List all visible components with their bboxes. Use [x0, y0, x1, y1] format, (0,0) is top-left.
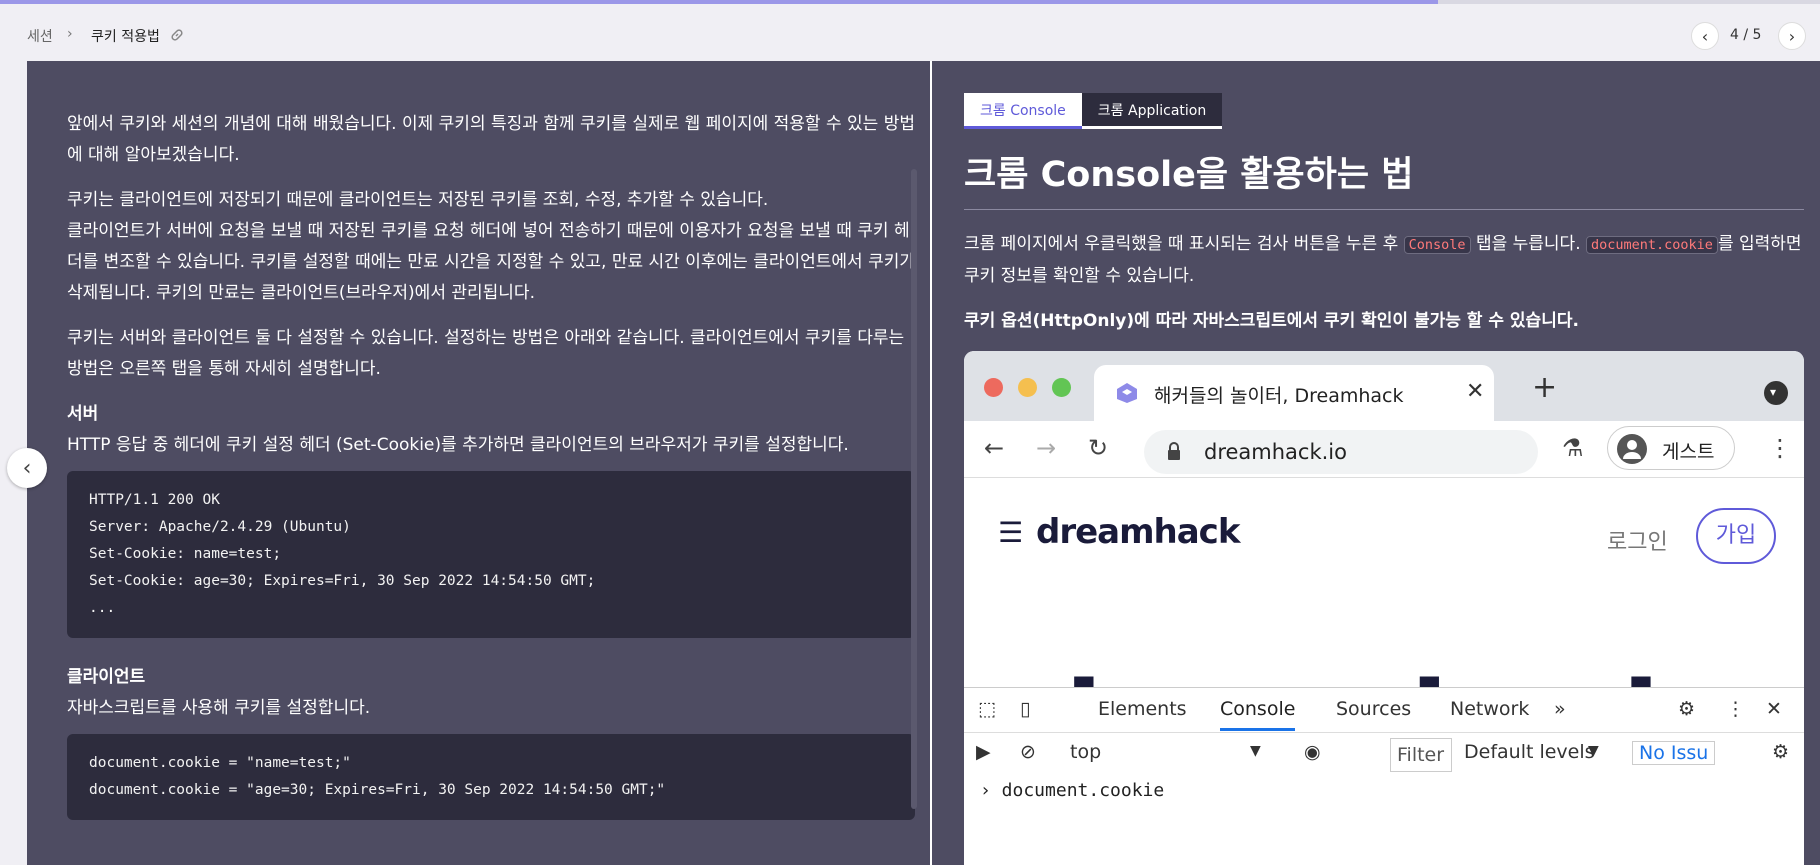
- chevron-down-icon: ▼: [1250, 743, 1261, 759]
- tab-search-icon: ▾: [1764, 381, 1788, 405]
- setting-paragraph: 쿠키는 서버와 클라이언트 둘 다 설정할 수 있습니다. 설정하는 방법은 아…: [67, 328, 905, 379]
- device-toolbar-icon: ▯: [1020, 698, 1031, 720]
- tab-chrome-console[interactable]: 크롬 Console: [964, 93, 1082, 129]
- console-input-line: › document.cookie: [964, 778, 1804, 808]
- plus-icon: +: [1532, 370, 1558, 405]
- address-text: dreamhack.io: [1204, 440, 1347, 464]
- browser-screenshot: 해커들의 놀이터, Dreamhack ✕ + ▾ ← → ↻ dreamhac…: [964, 351, 1804, 865]
- sidebar-toggle-icon: ▶: [976, 741, 991, 763]
- inline-code-console: Console: [1403, 236, 1471, 254]
- client-description: 자바스크립트를 사용해 쿠키를 설정합니다.: [67, 698, 371, 718]
- scrollbar[interactable]: [911, 169, 917, 809]
- devtools-tab-elements: Elements: [1098, 698, 1187, 720]
- issues-label: No Issu: [1639, 742, 1709, 764]
- forward-arrow-icon: →: [1036, 434, 1057, 462]
- link-icon[interactable]: [170, 28, 184, 42]
- intro-paragraph: 앞에서 쿠키와 세션의 개념에 대해 배웠습니다. 이제 쿠키의 특징과 함께 …: [67, 114, 915, 165]
- inspect-element-icon: ⬚: [978, 698, 996, 720]
- context-selector: top: [1070, 741, 1102, 763]
- cookie-paragraph: 쿠키는 클라이언트에 저장되기 때문에 클라이언트는 저장된 쿠키를 조회, 수…: [67, 185, 915, 309]
- dreamhack-favicon-icon: [1117, 383, 1137, 403]
- chevron-right-icon: ›: [67, 26, 73, 42]
- browser-tab-strip: 해커들의 놀이터, Dreamhack ✕ + ▾: [964, 351, 1804, 421]
- maximize-window-dot: [1052, 378, 1071, 397]
- code-line: Set-Cookie: name=test;: [89, 546, 282, 562]
- instruction-text-2: 탭을 누릅니다.: [1470, 234, 1587, 254]
- client-code-block: document.cookie = "name=test;" document.c…: [67, 734, 915, 820]
- breadcrumb-current: 쿠키 적용법: [91, 29, 160, 45]
- devtools-panel: ⬚ ▯ Elements Console Sources Network » ⚙…: [964, 687, 1804, 865]
- devtools-tab-console: Console: [1220, 698, 1296, 731]
- chevron-right-icon: ›: [1788, 26, 1796, 46]
- profile-label: 게스트: [1662, 441, 1715, 463]
- devtools-tab-network: Network: [1450, 698, 1530, 720]
- chevron-left-icon: ‹: [1701, 26, 1709, 46]
- lesson-content: 앞에서 쿠키와 세션의 개념에 대해 배웠습니다. 이제 쿠키의 특징과 함께 …: [67, 109, 915, 844]
- console-toolbar: ▶ ⊘ top ▼ ◉ Filter Default levels ▼ No I…: [964, 733, 1804, 777]
- page-indicator: 4 / 5: [1730, 27, 1762, 43]
- code-line: Set-Cookie: age=30; Expires=Fri, 30 Sep …: [89, 573, 596, 589]
- section-body: 크롬 페이지에서 우클릭했을 때 표시되는 검사 버튼을 누른 후 Consol…: [964, 229, 1804, 351]
- filter-input: Filter: [1390, 738, 1452, 772]
- httponly-note: 쿠키 옵션(HttpOnly)에 따라 자바스크립트에서 쿠키 확인이 불가능 …: [964, 311, 1579, 331]
- code-line: document.cookie = "name=test;": [89, 755, 351, 771]
- reload-icon: ↻: [1088, 434, 1109, 462]
- lock-icon: [1168, 442, 1180, 460]
- chevron-left-icon: ‹: [22, 455, 32, 481]
- chevron-down-icon: ▼: [1588, 743, 1599, 759]
- settings-gear-icon: ⚙: [1772, 741, 1790, 763]
- minimize-window-dot: [1018, 378, 1037, 397]
- server-code-block: HTTP/1.1 200 OK Server: Apache/2.4.29 (Ub…: [67, 471, 915, 638]
- lesson-panel: 앞에서 쿠키와 세션의 개념에 대해 배웠습니다. 이제 쿠키의 특징과 함께 …: [27, 61, 930, 865]
- server-heading: 서버: [67, 404, 99, 424]
- code-line: document.cookie = "age=30; Expires=Fri, …: [89, 782, 666, 798]
- issues-badge: No Issu: [1632, 741, 1716, 765]
- join-button: 가입: [1696, 508, 1776, 564]
- eye-icon: ◉: [1304, 741, 1321, 763]
- devtools-tab-bar: ⬚ ▯ Elements Console Sources Network » ⚙…: [964, 688, 1804, 733]
- tab-chrome-application[interactable]: 크롬 Application: [1081, 93, 1223, 129]
- console-command: › document.cookie: [980, 780, 1165, 801]
- more-vertical-icon: ⋮: [1768, 434, 1792, 462]
- browser-tab: 해커들의 놀이터, Dreamhack ✕: [1094, 365, 1494, 421]
- settings-gear-icon: ⚙: [1678, 698, 1696, 720]
- cookie-text-1: 쿠키는 클라이언트에 저장되기 때문에 클라이언트는 저장된 쿠키를 조회, 수…: [67, 190, 769, 210]
- prev-page-button[interactable]: ‹: [1691, 22, 1719, 50]
- code-line: ...: [89, 600, 116, 616]
- address-bar: dreamhack.io: [1144, 430, 1538, 474]
- profile-avatar-icon: [1617, 434, 1647, 464]
- tab-bar: 크롬 Console 크롬 Application: [964, 93, 1223, 129]
- log-levels-dropdown: Default levels: [1464, 741, 1595, 763]
- profile-chip: 게스트: [1607, 426, 1735, 470]
- top-bar: 세션 › 쿠키 적용법 ‹ 4 / 5 ›: [0, 4, 1820, 60]
- devtools-tab-sources: Sources: [1336, 698, 1412, 720]
- code-line: Server: Apache/2.4.29 (Ubuntu): [89, 519, 351, 535]
- close-window-dot: [984, 378, 1003, 397]
- code-line: HTTP/1.1 200 OK: [89, 492, 220, 508]
- browser-tab-title: 해커들의 놀이터, Dreamhack: [1154, 385, 1404, 407]
- cookie-text-2: 클라이언트가 서버에 요청을 보낼 때 저장된 쿠키를 요청 헤더에 넣어 전송…: [67, 221, 915, 303]
- next-page-button[interactable]: ›: [1778, 22, 1806, 50]
- clear-console-icon: ⊘: [1020, 741, 1036, 763]
- labs-flask-icon: ⚗: [1562, 434, 1584, 462]
- instruction-text-1: 크롬 페이지에서 우클릭했을 때 표시되는 검사 버튼을 누른 후: [964, 234, 1404, 254]
- login-link: 로그인: [1607, 530, 1668, 555]
- prev-slide-button[interactable]: ‹: [7, 448, 47, 488]
- client-heading: 클라이언트: [67, 667, 146, 687]
- more-tabs-icon: »: [1554, 698, 1566, 720]
- server-description: HTTP 응답 중 헤더에 쿠키 설정 헤더 (Set-Cookie)를 추가하…: [67, 435, 849, 455]
- section-title: 크롬 Console을 활용하는 법: [964, 146, 1804, 210]
- breadcrumb-parent[interactable]: 세션: [27, 26, 53, 46]
- instruction-paragraph: 크롬 페이지에서 우클릭했을 때 표시되는 검사 버튼을 누른 후 Consol…: [964, 229, 1804, 292]
- dreamhack-logo: dreamhack: [1036, 512, 1240, 552]
- browser-toolbar: ← → ↻ dreamhack.io ⚗ 게스트 ⋮: [964, 421, 1804, 478]
- close-icon: ✕: [1466, 379, 1485, 404]
- more-vertical-icon: ⋮: [1726, 698, 1745, 720]
- close-devtools-icon: ✕: [1766, 698, 1782, 720]
- back-arrow-icon: ←: [984, 434, 1005, 462]
- hamburger-menu-icon: ☰: [998, 516, 1024, 549]
- inline-code-document-cookie: document.cookie: [1586, 236, 1718, 254]
- practice-panel: 크롬 Console 크롬 Application 크롬 Console을 활용…: [932, 61, 1820, 865]
